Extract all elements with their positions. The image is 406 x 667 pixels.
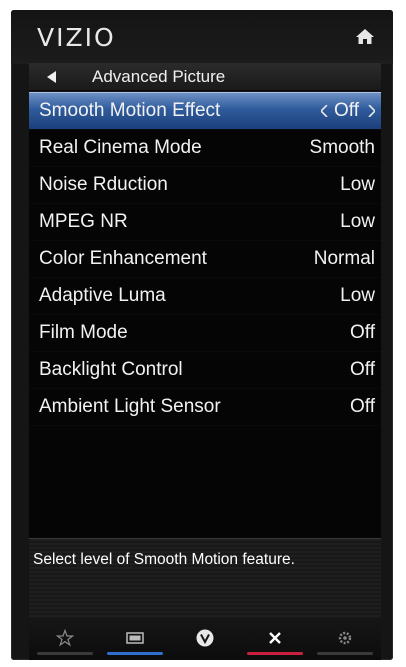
menu-item-label: MPEG NR [39, 211, 128, 232]
menu-item-real-cinema-mode[interactable]: Real Cinema Mode Smooth [29, 130, 381, 167]
menu-item-label: Real Cinema Mode [39, 137, 202, 158]
bottom-nav-bar [29, 618, 381, 660]
brand-bar: VIZIO [11, 10, 393, 64]
menu-item-smooth-motion-effect[interactable]: Smooth Motion Effect Off [29, 92, 381, 130]
menu-item-value: Off [334, 100, 359, 121]
vizio-v-icon [196, 629, 214, 647]
menu-empty-space [29, 426, 381, 550]
favorites-button[interactable] [35, 618, 95, 660]
menu-item-label: Ambient Light Sensor [39, 396, 221, 417]
menu-item-value: Low [340, 285, 375, 306]
nav-accent-line [107, 652, 163, 655]
nav-accent-line [37, 652, 93, 655]
menu-item-value: Normal [313, 248, 375, 269]
menu-item-ambient-light-sensor[interactable]: Ambient Light Sensor Off [29, 389, 381, 426]
close-icon [269, 632, 281, 644]
menu-item-value: Low [340, 211, 375, 232]
menu-item-value: Off [350, 359, 375, 380]
chevron-right-icon[interactable] [368, 105, 375, 117]
menu-item-color-enhancement[interactable]: Color Enhancement Normal [29, 241, 381, 278]
help-text: Select level of Smooth Motion feature. [33, 551, 295, 568]
menu-item-label: Color Enhancement [39, 248, 207, 269]
menu-item-backlight-control[interactable]: Backlight Control Off [29, 352, 381, 389]
back-arrow-icon[interactable] [47, 71, 57, 83]
exit-button[interactable] [245, 618, 305, 660]
menu-item-noise-reduction[interactable]: Noise Rduction Low [29, 167, 381, 204]
home-icon[interactable] [355, 27, 375, 47]
gear-icon [338, 631, 352, 645]
nav-accent-line [247, 652, 303, 655]
menu-item-label: Backlight Control [39, 359, 183, 380]
menu-header[interactable]: Advanced Picture [29, 63, 381, 91]
chevron-left-icon[interactable] [321, 105, 328, 117]
settings-menu: Smooth Motion Effect Off Real Cinema Mod… [29, 92, 381, 550]
vizio-button[interactable] [175, 618, 235, 660]
menu-item-label: Adaptive Luma [39, 285, 166, 306]
menu-item-mpeg-nr[interactable]: MPEG NR Low [29, 204, 381, 241]
menu-item-value: Smooth [309, 137, 375, 158]
menu-item-film-mode[interactable]: Film Mode Off [29, 315, 381, 352]
page-title: Advanced Picture [92, 67, 226, 86]
menu-item-adaptive-luma[interactable]: Adaptive Luma Low [29, 278, 381, 315]
picture-size-button[interactable] [105, 618, 165, 660]
widescreen-icon [126, 632, 144, 644]
settings-button[interactable] [315, 618, 375, 660]
menu-item-value: Off [350, 322, 375, 343]
nav-accent-line [317, 652, 373, 655]
star-icon [56, 629, 74, 647]
menu-item-label: Smooth Motion Effect [39, 100, 221, 121]
tv-menu-panel: VIZIO Advanced Picture Smooth Motion Eff… [11, 10, 393, 660]
help-panel: Select level of Smooth Motion feature. [29, 538, 381, 619]
menu-item-value: Off [350, 396, 375, 417]
menu-item-value: Low [340, 174, 375, 195]
vizio-logo: VIZIO [37, 23, 116, 52]
menu-item-label: Film Mode [39, 322, 128, 343]
menu-item-label: Noise Rduction [39, 174, 168, 195]
